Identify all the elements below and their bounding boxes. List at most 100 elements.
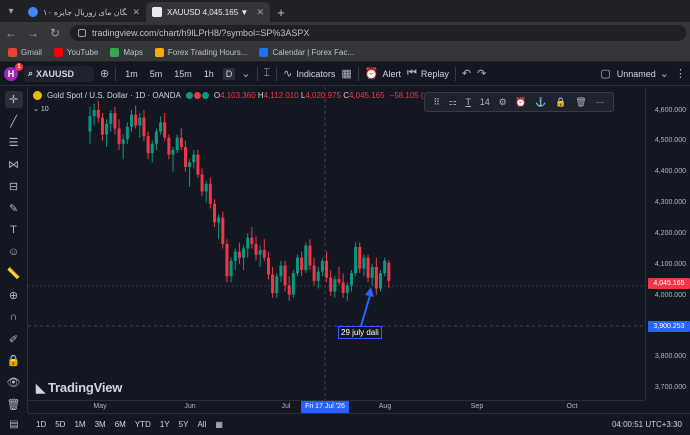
calendar-icon[interactable]: ▦ bbox=[215, 420, 223, 429]
market-status-icon bbox=[185, 92, 209, 99]
chevron-down-icon[interactable]: ⌄ bbox=[241, 67, 250, 80]
more-icon[interactable]: ⋯ bbox=[595, 97, 604, 108]
range-5y[interactable]: 5Y bbox=[179, 420, 189, 429]
redo-icon[interactable]: ↷ bbox=[477, 67, 486, 80]
reload-icon[interactable]: ↻ bbox=[48, 26, 62, 40]
range-6m[interactable]: 6M bbox=[115, 420, 126, 429]
symbol-search-button[interactable]: ⌕ XAUUSD bbox=[24, 65, 94, 82]
tab-label: XAUUSD 4,045.165 ▼ −1.42% U bbox=[167, 7, 251, 17]
lock-icon[interactable]: 🔒 bbox=[5, 353, 23, 370]
price-axis[interactable]: 4,600.000 4,500.000 4,400.000 4,300.000 … bbox=[645, 87, 690, 400]
trash-icon[interactable]: 🗑 bbox=[575, 97, 586, 108]
back-arrow-icon[interactable]: ← bbox=[4, 26, 18, 40]
new-tab-button[interactable]: + bbox=[270, 2, 292, 22]
close-tab-icon[interactable]: ✕ bbox=[256, 7, 264, 18]
zoom-in-icon[interactable]: ⊕ bbox=[5, 287, 23, 304]
range-3m[interactable]: 3M bbox=[95, 420, 106, 429]
candle-body bbox=[383, 260, 387, 274]
timeframe-15m[interactable]: 15m bbox=[171, 68, 195, 80]
range-1d[interactable]: 1D bbox=[36, 420, 46, 429]
range-all[interactable]: All bbox=[197, 420, 206, 429]
browser-tab-1[interactable]: ۱۰ اکانت رایگان مای زوربال جایزه ✕ bbox=[22, 2, 146, 22]
trash-icon[interactable]: 🗑 bbox=[5, 396, 23, 413]
candle-body bbox=[117, 128, 121, 144]
candle-body bbox=[175, 137, 179, 151]
range-5d[interactable]: 5D bbox=[55, 420, 65, 429]
smiley-icon[interactable]: ☺ bbox=[5, 244, 23, 261]
bookmark-gmail[interactable]: Gmail bbox=[8, 48, 42, 57]
candle-body bbox=[275, 276, 279, 294]
bookmark-maps[interactable]: Maps bbox=[110, 48, 143, 57]
candle-body bbox=[138, 117, 142, 126]
alert-icon[interactable]: ⏰ bbox=[515, 97, 526, 108]
candle-body bbox=[167, 137, 171, 155]
candle-body bbox=[225, 243, 229, 277]
url-field[interactable]: tradingview.com/chart/h9lLPrH8/?symbol=S… bbox=[70, 25, 686, 41]
bar-style-icon[interactable]: ⌶ bbox=[264, 67, 271, 80]
text-icon[interactable]: T bbox=[5, 222, 23, 239]
site-info-icon[interactable] bbox=[78, 29, 86, 37]
alert-button[interactable]: ⏰ Alert bbox=[365, 67, 401, 80]
avatar[interactable]: H1 bbox=[4, 62, 23, 81]
replay-button[interactable]: ⏮ Replay bbox=[407, 67, 449, 80]
maps-icon bbox=[110, 48, 120, 57]
range-ytd[interactable]: YTD bbox=[135, 420, 151, 429]
drag-handle-icon[interactable]: ⠿ bbox=[433, 97, 440, 108]
ruler-icon[interactable]: 📏 bbox=[5, 265, 23, 282]
indicators-button[interactable]: ∿ Indicators bbox=[283, 67, 335, 80]
timeframe-d[interactable]: D bbox=[222, 67, 236, 80]
timeframe-1m[interactable]: 1m bbox=[122, 68, 141, 80]
tab-label: ۱۰ اکانت رایگان مای زوربال جایزه bbox=[43, 7, 127, 17]
symbol-legend: Gold Spot / U.S. Dollar · 1D · OANDA O4,… bbox=[33, 91, 454, 100]
candle-body bbox=[271, 274, 275, 294]
candle-body bbox=[304, 245, 308, 271]
candle-body bbox=[163, 122, 167, 138]
tab-search-icon[interactable]: ▾ bbox=[0, 0, 22, 22]
bookmark-youtube[interactable]: YouTube bbox=[53, 48, 98, 57]
font-size[interactable]: 14 bbox=[480, 97, 490, 107]
text-annotation[interactable]: 29 july dali bbox=[338, 326, 382, 339]
indicator-templates-icon[interactable]: ▦ bbox=[341, 67, 351, 80]
chart-pane[interactable]: Gold Spot / U.S. Dollar · 1D · OANDA O4,… bbox=[28, 87, 645, 413]
browser-tab-2[interactable]: XAUUSD 4,045.165 ▼ −1.42% U ✕ bbox=[146, 2, 270, 22]
trend-line-icon[interactable]: ╱ bbox=[5, 113, 23, 130]
timeframe-5m[interactable]: 5m bbox=[147, 68, 166, 80]
indicators-collapse-button[interactable]: ⌄ 10 bbox=[33, 105, 49, 114]
undo-icon[interactable]: ↶ bbox=[462, 67, 471, 80]
bookmark-calendar[interactable]: Calendar | Forex Fac... bbox=[259, 48, 354, 57]
bookmark-forex-hours[interactable]: Forex Trading Hours... bbox=[154, 48, 247, 57]
template-icon[interactable]: ⚏ bbox=[449, 97, 457, 108]
candlestick-chart[interactable] bbox=[28, 87, 645, 400]
symbol-description[interactable]: Gold Spot / U.S. Dollar · 1D · OANDA bbox=[47, 91, 181, 100]
object-tree-icon[interactable]: ▤ bbox=[0, 413, 28, 435]
candle-body bbox=[242, 248, 246, 258]
eye-icon[interactable]: 👁 bbox=[5, 374, 23, 391]
chart-top-toolbar: H1 ⌕ XAUUSD ⊕ 1m 5m 15m 1h D ⌄ ⌶ ∿ Indicat… bbox=[0, 62, 690, 86]
range-1y[interactable]: 1Y bbox=[160, 420, 170, 429]
crosshair-icon[interactable]: ✛ bbox=[4, 91, 23, 108]
text-color-icon[interactable]: T bbox=[466, 97, 472, 107]
forward-arrow-icon[interactable]: → bbox=[26, 26, 40, 40]
more-icon[interactable]: ⋮ bbox=[675, 67, 686, 80]
time-axis[interactable]: May Jun Jul Aug Sep Oct Fri 17 Jul '26 bbox=[28, 400, 645, 413]
magnet-icon[interactable]: ∩ bbox=[5, 309, 23, 326]
candle-body bbox=[125, 126, 129, 140]
bottom-range-bar: 1D 5D 1M 3M 6M YTD 1Y 5Y All ▦ 04:00:51 … bbox=[28, 413, 690, 435]
layout-icon[interactable]: ▢ bbox=[600, 67, 610, 80]
compare-symbol-icon[interactable]: ⊕ bbox=[100, 67, 109, 80]
projection-icon[interactable]: ⊟ bbox=[5, 178, 23, 195]
lock-pencil-icon[interactable]: ✐ bbox=[5, 331, 23, 348]
time-label: May bbox=[93, 403, 107, 410]
timeframe-1h[interactable]: 1h bbox=[201, 68, 217, 80]
pattern-icon[interactable]: ⋈ bbox=[5, 156, 23, 173]
layout-name-button[interactable]: Unnamed ⌄ bbox=[617, 67, 669, 80]
fib-retracement-icon[interactable]: ☰ bbox=[5, 135, 23, 152]
clock[interactable]: 04:00:51 UTC+3:30 bbox=[612, 420, 682, 429]
candle-body bbox=[308, 245, 312, 266]
anchor-icon[interactable]: ⚓ bbox=[535, 97, 546, 108]
settings-icon[interactable]: ⚙ bbox=[499, 97, 507, 108]
lock-icon[interactable]: 🔒 bbox=[555, 97, 566, 108]
close-tab-icon[interactable]: ✕ bbox=[132, 7, 140, 18]
range-1m[interactable]: 1M bbox=[74, 420, 85, 429]
brush-icon[interactable]: ✎ bbox=[5, 200, 23, 217]
